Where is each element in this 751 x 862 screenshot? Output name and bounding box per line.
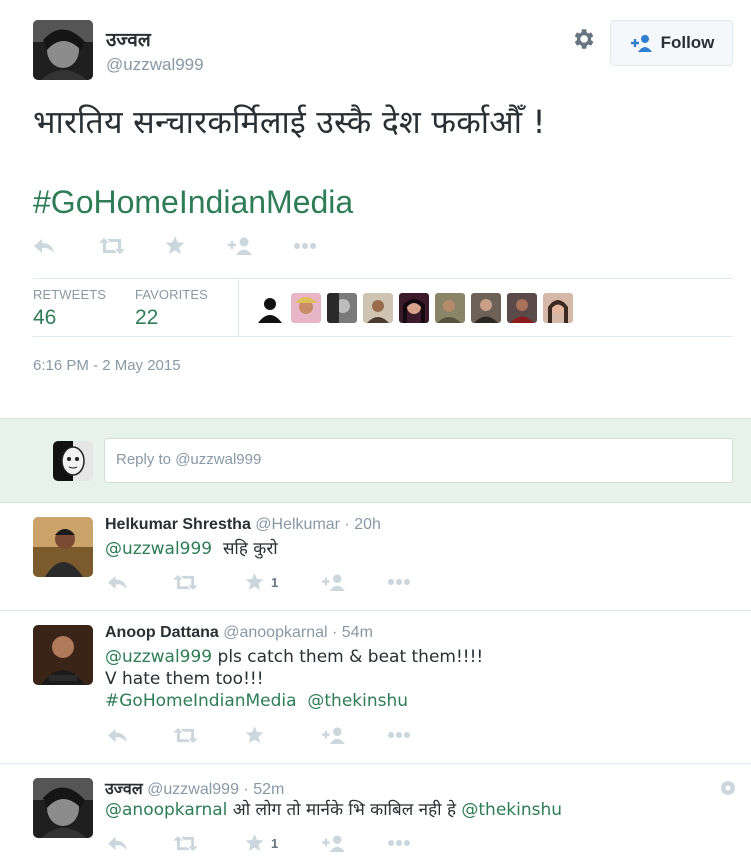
author-handle[interactable]: @uzzwal999 <box>106 55 204 75</box>
more-options-icon[interactable] <box>720 780 736 796</box>
reply-message-line2: V hate them too!!! <box>105 669 264 689</box>
favoriter-avatar[interactable] <box>255 293 285 323</box>
favorite-count: 1 <box>271 835 279 851</box>
reply-input[interactable]: Reply to @uzzwal999 <box>104 438 733 483</box>
tweet-stats: RETWEETS 46 FAVORITES 22 <box>33 278 733 337</box>
tweet-hashtag[interactable]: #GoHomeIndianMedia <box>33 184 353 221</box>
favorites-label: FAVORITES <box>135 287 208 302</box>
reply-item: उज्वल @uzzwal999 · 52m @anoopkarnal ओ लो… <box>0 764 751 862</box>
reply-message-line1: pls catch them & beat them!!!! <box>217 647 484 667</box>
stats-divider <box>238 279 239 336</box>
follow-user-icon[interactable] <box>227 237 293 255</box>
favoriter-avatar[interactable] <box>435 293 465 323</box>
reply-mention-2[interactable]: @thekinshu <box>461 800 562 820</box>
follow-user-icon[interactable] <box>321 726 387 744</box>
reply-author-name[interactable]: उज्वल <box>105 779 143 798</box>
reply-header: उज्वल @uzzwal999 · 52m <box>105 777 284 799</box>
current-user-avatar <box>53 441 93 481</box>
favorites-stat[interactable]: FAVORITES 22 <box>135 287 208 330</box>
favorite-icon[interactable] <box>245 726 321 744</box>
reply-author-name[interactable]: Helkumar Shrestha <box>105 516 251 533</box>
favoriter-avatar[interactable] <box>327 293 357 323</box>
reply-icon[interactable] <box>107 835 173 852</box>
reply-message: ओ लोग तो मार्नके भि काबिल नही हे <box>232 800 462 820</box>
follow-user-icon[interactable] <box>321 573 387 591</box>
follow-user-icon[interactable] <box>321 834 387 852</box>
gear-icon[interactable] <box>570 26 596 52</box>
reply-avatar[interactable] <box>33 625 93 685</box>
reply-mention[interactable]: @anoopkarnal <box>105 800 227 820</box>
tweet-actions <box>33 236 317 255</box>
favorite-icon[interactable] <box>165 236 227 255</box>
reply-message: सहि कुरो <box>222 539 278 559</box>
retweets-stat[interactable]: RETWEETS 46 <box>33 287 106 330</box>
reply-author-handle[interactable]: @anoopkarnal <box>223 624 327 641</box>
reply-item: Anoop Dattana @anoopkarnal · 54m @uzzwal… <box>0 611 751 764</box>
reply-text: @uzzwal999 pls catch them & beat them!!!… <box>105 646 483 712</box>
reply-actions: 1 <box>107 834 411 852</box>
favorite-button[interactable]: 1 <box>245 834 321 852</box>
add-user-icon <box>629 34 653 52</box>
reply-icon[interactable] <box>107 727 173 744</box>
favorite-button[interactable]: 1 <box>245 573 321 591</box>
reply-header: Anoop Dattana @anoopkarnal · 54m <box>105 624 373 642</box>
reply-author-handle[interactable]: @Helkumar <box>255 516 340 533</box>
tweet-text: भारतिय सन्चारकर्मिलाई उस्कै देश फर्काऔँ … <box>33 103 546 141</box>
reply-icon[interactable] <box>107 574 173 591</box>
reply-time[interactable]: · 54m <box>332 624 373 641</box>
favorites-count: 22 <box>135 306 159 329</box>
retweets-label: RETWEETS <box>33 287 107 302</box>
favoriter-avatar[interactable] <box>507 293 537 323</box>
follow-button[interactable]: Follow <box>610 20 733 66</box>
main-tweet: उज्वल @uzzwal999 Follow भारतिय सन्चारकर्… <box>0 0 751 418</box>
reply-avatar[interactable] <box>33 517 93 577</box>
reply-author-name[interactable]: Anoop Dattana <box>105 624 219 641</box>
follow-label: Follow <box>660 33 715 52</box>
favoriter-avatar[interactable] <box>363 293 393 323</box>
reply-header: Helkumar Shrestha @Helkumar · 20h <box>105 516 381 534</box>
reply-mention[interactable]: @uzzwal999 <box>105 539 212 559</box>
reply-text: @anoopkarnal ओ लोग तो मार्नके भि काबिल न… <box>105 799 562 821</box>
favoriter-avatar[interactable] <box>471 293 501 323</box>
retweets-count: 46 <box>33 306 57 329</box>
reply-mention-2[interactable]: @thekinshu <box>307 691 408 711</box>
more-icon[interactable] <box>387 578 411 586</box>
more-icon[interactable] <box>293 242 317 250</box>
reply-mention[interactable]: @uzzwal999 <box>105 647 212 667</box>
more-icon[interactable] <box>387 839 411 847</box>
favorite-icon <box>245 573 264 591</box>
retweet-icon[interactable] <box>173 727 245 744</box>
favorite-count: 1 <box>271 574 279 590</box>
retweet-icon[interactable] <box>173 574 245 591</box>
reply-text: @uzzwal999 सहि कुरो <box>105 538 278 560</box>
reply-author-handle[interactable]: @uzzwal999 <box>147 781 239 798</box>
reply-hashtag[interactable]: #GoHomeIndianMedia <box>105 691 297 711</box>
favoriter-avatars <box>255 293 579 323</box>
more-icon[interactable] <box>387 731 411 739</box>
reply-composer: Reply to @uzzwal999 <box>0 418 751 503</box>
favoriter-avatar[interactable] <box>399 293 429 323</box>
reply-actions: 1 <box>107 573 411 591</box>
reply-item: Helkumar Shrestha @Helkumar · 20h @uzzwa… <box>0 503 751 611</box>
author-avatar[interactable] <box>33 20 93 80</box>
favorite-icon <box>245 834 264 852</box>
reply-icon[interactable] <box>33 237 99 255</box>
reply-actions <box>107 726 411 744</box>
retweet-icon[interactable] <box>173 835 245 852</box>
favoriter-avatar[interactable] <box>291 293 321 323</box>
tweet-timestamp[interactable]: 6:16 PM - 2 May 2015 <box>33 357 181 374</box>
reply-avatar[interactable] <box>33 778 93 838</box>
reply-time[interactable]: · 20h <box>344 516 380 533</box>
reply-time[interactable]: · 52m <box>243 781 284 798</box>
author-name[interactable]: उज्वल <box>106 26 151 52</box>
retweet-icon[interactable] <box>99 237 165 255</box>
favoriter-avatar[interactable] <box>543 293 573 323</box>
